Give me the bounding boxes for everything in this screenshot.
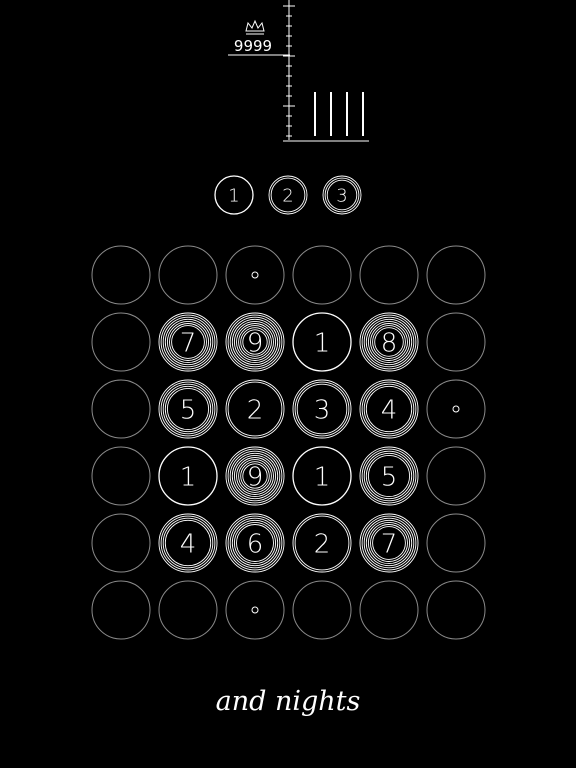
cell-number: 8 <box>381 328 398 358</box>
level-button-3[interactable]: 3 <box>322 175 362 215</box>
board-cell[interactable] <box>426 446 486 506</box>
board-cell[interactable] <box>91 513 151 573</box>
board-cell[interactable]: 3 <box>292 379 352 439</box>
ring <box>91 446 151 506</box>
ring <box>91 312 151 372</box>
cell-number: 1 <box>180 462 197 492</box>
board-cell[interactable] <box>91 379 151 439</box>
board-cell[interactable] <box>225 580 285 640</box>
cell-number: 1 <box>314 328 331 358</box>
tally-marks <box>314 92 364 136</box>
ring <box>292 580 352 640</box>
ring <box>91 245 151 305</box>
board-cell[interactable]: 5 <box>158 379 218 439</box>
cell-number: 7 <box>180 328 197 358</box>
dot-marker <box>251 606 259 614</box>
dot-marker <box>452 405 460 413</box>
board-cell[interactable] <box>292 245 352 305</box>
board-cell[interactable] <box>91 580 151 640</box>
ring <box>225 580 285 640</box>
ring <box>426 312 486 372</box>
ring <box>91 580 151 640</box>
board-cell[interactable] <box>91 245 151 305</box>
board-cell[interactable]: 2 <box>292 513 352 573</box>
dot-marker <box>251 271 259 279</box>
board-cell[interactable]: 7 <box>158 312 218 372</box>
ring <box>426 379 486 439</box>
ring <box>158 580 218 640</box>
ring <box>225 245 285 305</box>
board-cell[interactable] <box>426 379 486 439</box>
board-cell[interactable] <box>225 245 285 305</box>
level-button-1[interactable]: 1 <box>214 175 254 215</box>
cell-number: 4 <box>381 395 398 425</box>
cell-number: 3 <box>314 395 331 425</box>
cell-number: 2 <box>314 529 331 559</box>
board-cell[interactable] <box>359 580 419 640</box>
game-stage: 9999 1 2 3 7 9 1 8 5 2 3 4 1 9 1 5 4 6 2 7 and nights <box>91 0 486 717</box>
ring <box>426 580 486 640</box>
cell-number: 1 <box>314 462 331 492</box>
crown-icon <box>245 19 265 35</box>
ring <box>292 245 352 305</box>
ring <box>359 245 419 305</box>
tagline: and nights <box>216 686 361 717</box>
ring <box>426 513 486 573</box>
board-cell[interactable]: 1 <box>158 446 218 506</box>
board-cell[interactable]: 4 <box>158 513 218 573</box>
high-score: 9999 <box>234 37 272 55</box>
board-cell[interactable] <box>426 580 486 640</box>
board-cell[interactable]: 4 <box>359 379 419 439</box>
cell-number: 4 <box>180 529 197 559</box>
level-button-2[interactable]: 2 <box>268 175 308 215</box>
board-cell[interactable]: 9 <box>225 446 285 506</box>
cell-number: 3 <box>336 185 347 206</box>
board-cell[interactable] <box>359 245 419 305</box>
board-cell[interactable]: 7 <box>359 513 419 573</box>
board-cell[interactable] <box>426 245 486 305</box>
board-cell[interactable]: 8 <box>359 312 419 372</box>
game-board: 7 9 1 8 5 2 3 4 1 9 1 5 4 6 2 7 <box>91 245 486 640</box>
board-cell[interactable]: 1 <box>292 312 352 372</box>
ring <box>359 580 419 640</box>
ring <box>91 379 151 439</box>
ring <box>426 446 486 506</box>
ring <box>91 513 151 573</box>
ring <box>158 245 218 305</box>
ring <box>426 245 486 305</box>
cell-number: 7 <box>381 529 398 559</box>
level-selector: 1 2 3 <box>214 175 362 215</box>
board-cell[interactable] <box>292 580 352 640</box>
cell-number: 9 <box>247 462 264 492</box>
board-cell[interactable] <box>158 580 218 640</box>
board-cell[interactable]: 9 <box>225 312 285 372</box>
board-cell[interactable]: 2 <box>225 379 285 439</box>
cell-number: 5 <box>381 462 398 492</box>
cell-number: 2 <box>282 185 293 206</box>
board-cell[interactable] <box>91 446 151 506</box>
cell-number: 6 <box>247 529 264 559</box>
board-cell[interactable] <box>426 513 486 573</box>
cell-number: 1 <box>228 185 239 206</box>
cell-number: 9 <box>247 328 264 358</box>
cell-number: 2 <box>247 395 264 425</box>
board-cell[interactable]: 6 <box>225 513 285 573</box>
board-cell[interactable]: 5 <box>359 446 419 506</box>
board-cell[interactable]: 1 <box>292 446 352 506</box>
cell-number: 5 <box>180 395 197 425</box>
board-cell[interactable] <box>158 245 218 305</box>
board-cell[interactable] <box>91 312 151 372</box>
score-hud: 9999 <box>228 0 369 142</box>
board-cell[interactable] <box>426 312 486 372</box>
